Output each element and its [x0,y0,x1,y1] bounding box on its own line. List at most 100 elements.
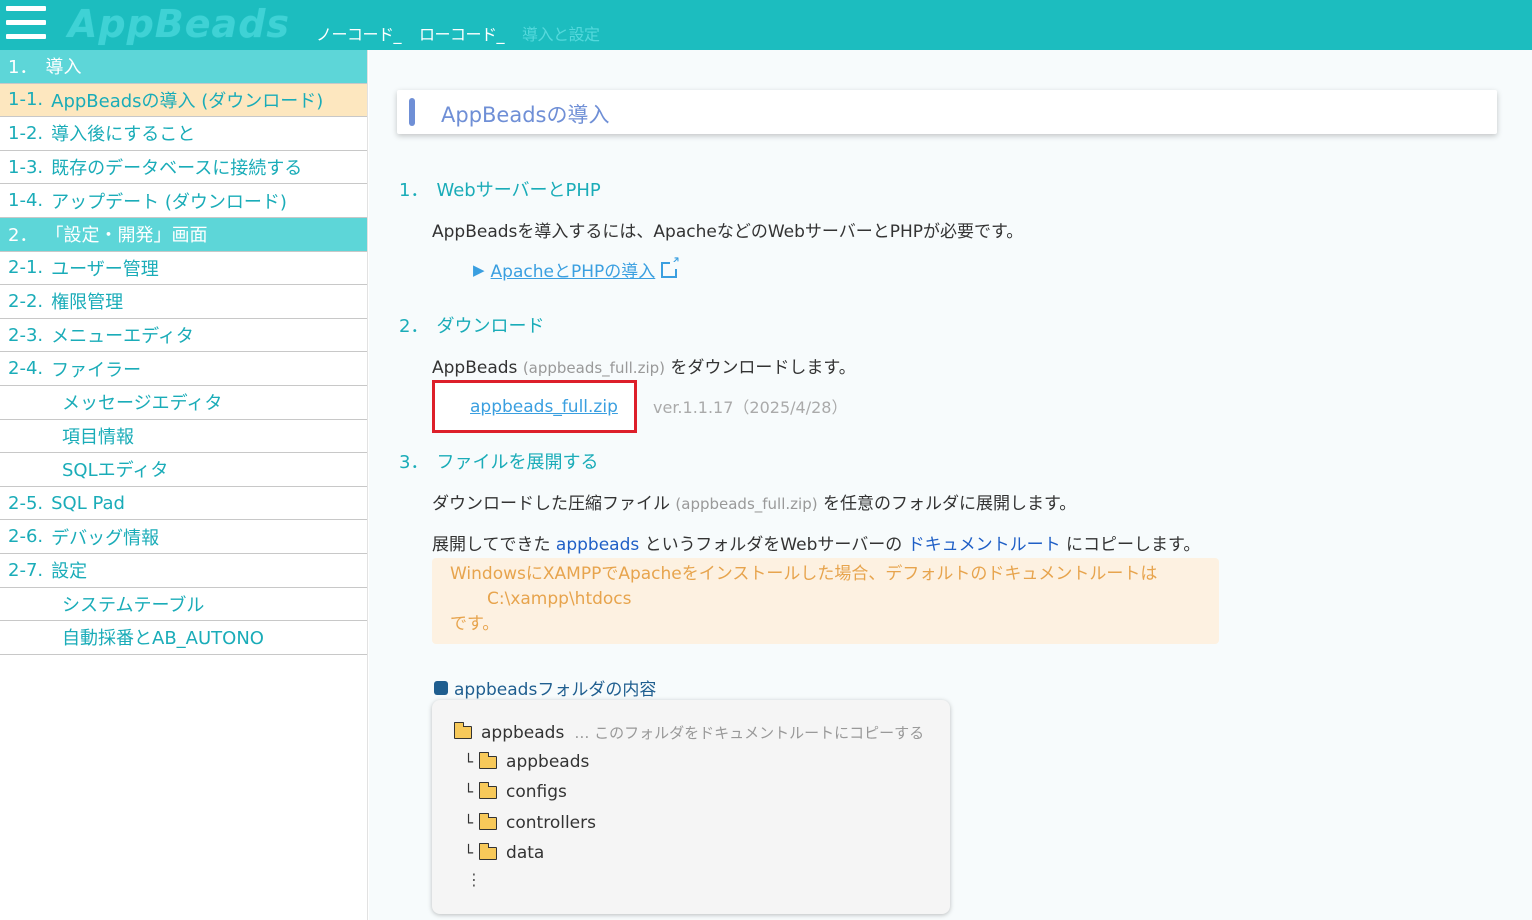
sidebar-item[interactable]: 自動採番とAB_AUTONO [0,621,367,655]
sidebar-item[interactable]: 1-4. アップデート (ダウンロード) [0,184,367,218]
sidebar-item[interactable]: 2-7. 設定 [0,554,367,588]
sidebar-item-label: 既存のデータベースに接続する [51,158,303,180]
sidebar-item-number: 2-2. [8,290,44,312]
apache-php-link[interactable]: ApacheとPHPの導入 [491,257,656,282]
apache-php-link-row: ▶ ApacheとPHPの導入 [473,255,680,283]
folder-contents-heading: appbeadsフォルダの内容 [434,675,656,700]
tree-child-row: └ data [464,842,544,863]
tree-child-row: └ appbeads [464,751,589,772]
app-logo[interactable]: AppBeads [68,2,290,46]
section-number: 2． [399,316,429,337]
download-text: AppBeads (appbeads_full.zip) をダウンロードします。 [432,353,856,378]
tree-child-row: └ controllers [464,812,596,833]
extract-text-filename: (appbeads_full.zip) [675,495,818,513]
xampp-note-box: WindowsにXAMPPでApacheをインストールした場合、デフォルトのドキ… [432,558,1219,644]
sidebar-item[interactable]: SQLエディタ [0,453,367,487]
sidebar-item-number: 2-7. [8,559,44,581]
sidebar-item-label: 「設定・開発」画面 [45,225,208,247]
triangle-right-icon: ▶ [473,260,485,279]
sidebar-item-number: 1-4. [8,190,44,212]
copy-text-folder: appbeads [555,535,640,555]
section-heading-webserver: 1． WebサーバーとPHP [399,176,601,202]
download-highlight-box: appbeads_full.zip [432,380,637,433]
sidebar-item-number: 2-6. [8,526,44,548]
download-text-app: AppBeads [432,358,518,378]
sidebar-item-label: ユーザー管理 [51,258,159,280]
section-title: ダウンロード [436,316,545,337]
version-label: ver.1.1.17（2025/4/28） [653,398,848,417]
sidebar-item-label: AppBeadsの導入 (ダウンロード) [51,90,324,112]
note-line-2: C:\xampp\htdocs [487,589,632,609]
folder-icon [478,781,498,799]
section-number: 1． [399,180,429,201]
section-heading-extract: 3． ファイルを展開する [399,448,598,474]
section-number: 3． [399,452,429,473]
sidebar-item-number: 1-1. [8,89,44,111]
tree-root-row: appbeads … このフォルダをドキュメントルートにコピーする [453,722,924,743]
sidebar-item[interactable]: 1-3. 既存のデータベースに接続する [0,151,367,185]
folder-icon [478,842,498,860]
sidebar-item-label: 項目情報 [62,426,134,448]
section-title: ファイルを展開する [436,452,599,473]
tree-branch-icon: └ [464,814,474,832]
webserver-text: AppBeadsを導入するには、ApacheなどのWebサーバーとPHPが必要で… [432,222,1024,242]
download-zip-link[interactable]: appbeads_full.zip [470,397,618,417]
top-nav: ノーコード_ ローコード_ 導入と設定 [316,21,618,45]
sidebar-item-label: 導入 [45,57,82,79]
sidebar-item-label: SQL Pad [51,492,125,514]
copy-text-c: にコピーします。 [1066,535,1201,555]
sidebar-item[interactable]: システムテーブル [0,588,367,622]
nav-nocode[interactable]: ノーコード_ [316,21,402,45]
sidebar-item[interactable]: 2-2. 権限管理 [0,285,367,319]
sidebar-item-number: 1． [8,57,38,79]
sidebar-item-label: SQLエディタ [62,460,169,482]
sidebar: 1． 導入 1-1. AppBeadsの導入 (ダウンロード) 1-2. 導入後にすること… [0,50,368,920]
sidebar-item-number: 1-3. [8,156,44,178]
section-heading-download: 2． ダウンロード [399,312,544,338]
tree-more-dots: ⋮ [466,870,482,889]
sidebar-item-label: 権限管理 [51,292,124,314]
hamburger-menu-icon[interactable] [6,4,46,42]
extract-text-a: ダウンロードした圧縮ファイル [432,494,670,514]
download-text-suffix: をダウンロードします。 [670,358,856,378]
folder-tree: appbeads … このフォルダをドキュメントルートにコピーする └ appb… [432,700,950,914]
sidebar-item[interactable]: 2-3. メニューエディタ [0,319,367,353]
tree-branch-icon: └ [464,844,474,862]
sidebar-item[interactable]: 項目情報 [0,420,367,454]
nav-lowcode[interactable]: ローコード_ [419,21,505,45]
tree-child-label: controllers [506,813,596,833]
note-line-3: です。 [450,614,500,634]
nav-setup[interactable]: 導入と設定 [522,21,600,45]
sidebar-item-label: デバッグ情報 [51,527,160,549]
external-link-icon[interactable] [661,255,680,278]
sidebar-item-label: システムテーブル [62,594,205,616]
sidebar-item[interactable]: 1-1. AppBeadsの導入 (ダウンロード) [0,83,367,118]
tree-child-row: └ configs [464,781,567,802]
sidebar-section[interactable]: 1． 導入 [0,50,367,84]
sidebar-item-label: アップデート (ダウンロード) [51,191,287,213]
copy-text: 展開してできた appbeads というフォルダをWebサーバーの ドキュメント… [432,530,1200,555]
page-title: AppBeadsの導入 [441,103,610,127]
sidebar-item[interactable]: 2-4. ファイラー [0,352,367,386]
copy-text-b: というフォルダをWebサーバーの [644,535,903,555]
sidebar-item-label: メニューエディタ [51,326,194,348]
sidebar-item[interactable]: 2-5. SQL Pad [0,487,367,521]
folder-icon [478,812,498,830]
sidebar-item[interactable]: 2-1. ユーザー管理 [0,252,367,286]
square-bullet-icon [434,680,448,695]
tree-branch-icon: └ [464,783,474,801]
sidebar-item[interactable]: 1-2. 導入後にすること [0,117,367,151]
sidebar-item-number: 2． [8,225,38,247]
extract-text-b: を任意のフォルダに展開します。 [822,494,1077,514]
sidebar-item-number: 2-3. [8,324,44,346]
sidebar-item[interactable]: 2-6. デバッグ情報 [0,520,367,554]
sidebar-item[interactable]: メッセージエディタ [0,386,367,420]
folder-icon [453,722,472,739]
section-title: WebサーバーとPHP [436,180,601,201]
sidebar-item-number: 1-2. [8,122,44,144]
sidebar-item-number: 2-4. [8,358,44,380]
sidebar-item-label: ファイラー [51,359,142,381]
tree-branch-icon: └ [464,753,474,771]
page-title-box: AppBeadsの導入 [397,90,1497,134]
sidebar-section[interactable]: 2． 「設定・開発」画面 [0,217,367,252]
